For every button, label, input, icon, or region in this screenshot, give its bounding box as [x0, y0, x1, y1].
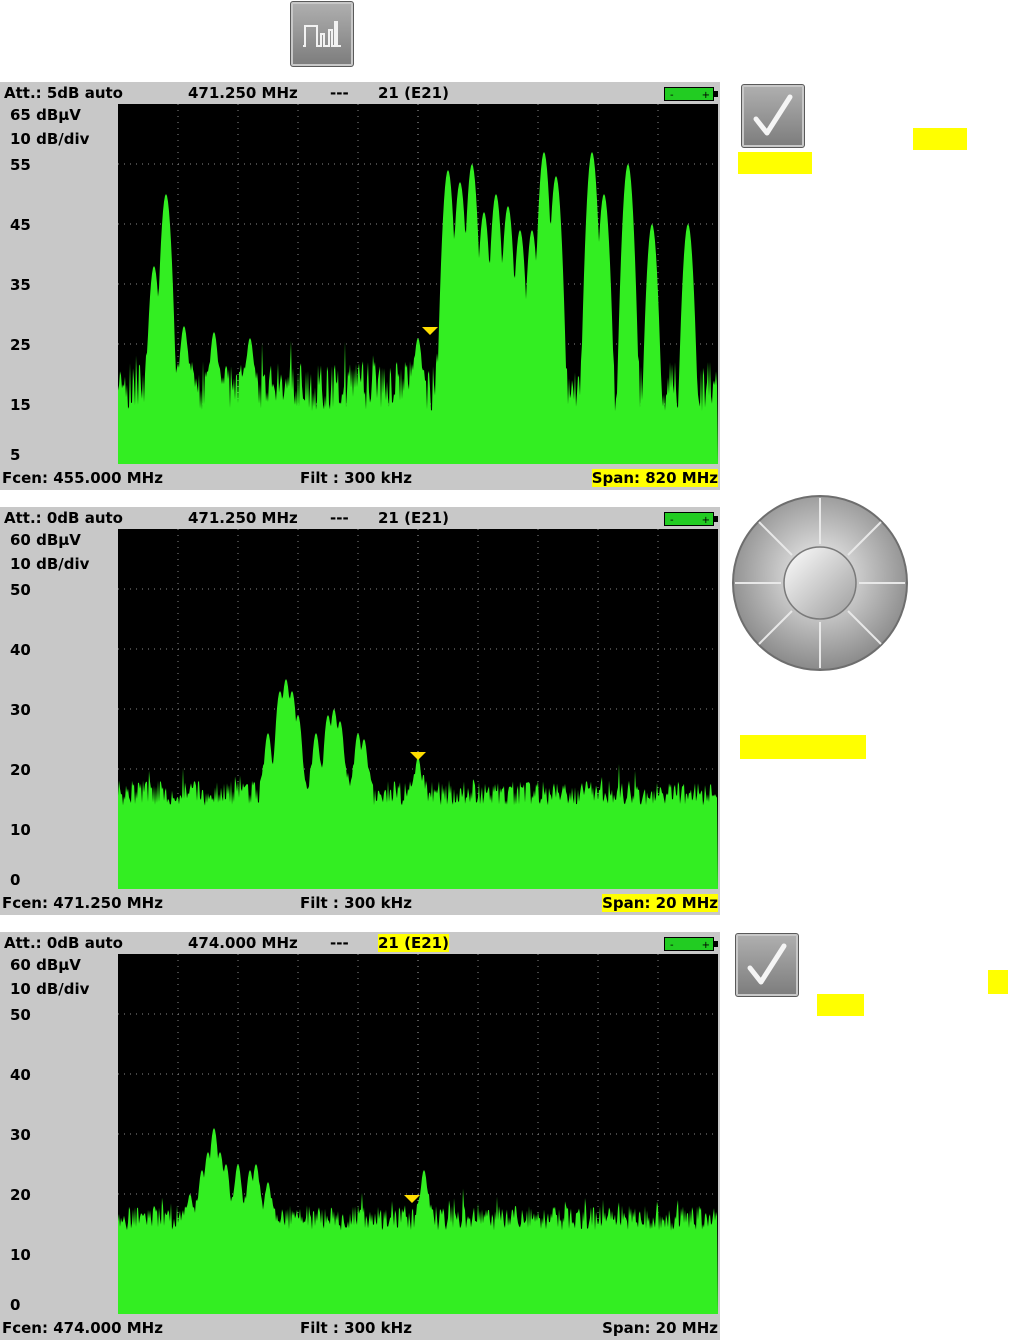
y-axis-labels: 60 dBμV 10 dB/div 50 40 30 20 10 0 [0, 954, 118, 1314]
marker-icon [404, 1195, 420, 1203]
analyzer-screen-3: Att.: 0dB auto 474.000 MHz --- 21 (E21) … [0, 932, 720, 1340]
highlight-mark [988, 970, 1008, 994]
spectrum-svg [118, 954, 718, 1314]
ref-level-label: 60 dBμV [10, 531, 81, 549]
checkmark-icon [747, 943, 787, 985]
spectrum-trace [118, 1128, 718, 1314]
status-bar: Att.: 0dB auto 471.250 MHz --- 21 (E21) … [0, 507, 720, 529]
y-tick-label: 35 [10, 276, 31, 294]
span-label[interactable]: Span: 20 MHz [602, 1319, 718, 1337]
highlight-mark [738, 152, 812, 174]
span-label[interactable]: Span: 820 MHz [591, 469, 718, 487]
spectrum-pulse-glyph [303, 21, 341, 47]
attenuation-label: Att.: 0dB auto [4, 934, 123, 952]
separator-dashes: --- [330, 934, 349, 952]
highlight-mark [740, 735, 866, 759]
y-tick-label: 0 [10, 871, 21, 889]
status-bar: Att.: 5dB auto 471.250 MHz --- 21 (E21) … [0, 82, 720, 104]
marker-icon [422, 327, 438, 335]
spectrum-svg [118, 104, 718, 464]
channel-label: 21 (E21) [378, 84, 449, 102]
channel-label: 21 (E21) [378, 509, 449, 527]
y-tick-label: 5 [10, 446, 21, 464]
y-tick-label: 15 [10, 396, 31, 414]
scale-label: 10 dB/div [10, 130, 90, 148]
filter-label: Filt : 300 kHz [300, 894, 412, 912]
scale-label: 10 dB/div [10, 980, 90, 998]
battery-icon: - + [664, 512, 718, 526]
y-tick-label: 30 [10, 1126, 31, 1144]
marker-icon [410, 752, 426, 760]
battery-icon: - + [664, 87, 718, 101]
highlight-mark [817, 994, 864, 1016]
frequency-readout: 474.000 MHz [188, 934, 298, 952]
y-tick-label: 20 [10, 1186, 31, 1204]
span-label[interactable]: Span: 20 MHz [602, 894, 718, 912]
checkmark-icon [753, 94, 793, 136]
attenuation-label: Att.: 5dB auto [4, 84, 123, 102]
y-tick-label: 40 [10, 1066, 31, 1084]
separator-dashes: --- [330, 509, 349, 527]
ref-level-label: 60 dBμV [10, 956, 81, 974]
analyzer-screen-1: Att.: 5dB auto 471.250 MHz --- 21 (E21) … [0, 82, 720, 490]
y-tick-label: 30 [10, 701, 31, 719]
ok-button-2[interactable] [735, 933, 799, 997]
spectrum-trace [118, 679, 718, 889]
footer-bar: Fcen: 474.000 MHz Filt : 300 kHz Span: 2… [0, 1316, 720, 1340]
y-tick-label: 40 [10, 641, 31, 659]
y-tick-label: 10 [10, 1246, 31, 1264]
footer-bar: Fcen: 471.250 MHz Filt : 300 kHz Span: 2… [0, 891, 720, 915]
analyzer-screen-2: Att.: 0dB auto 471.250 MHz --- 21 (E21) … [0, 507, 720, 915]
y-tick-label: 0 [10, 1296, 21, 1314]
y-tick-label: 50 [10, 1006, 31, 1024]
status-bar: Att.: 0dB auto 474.000 MHz --- 21 (E21) … [0, 932, 720, 954]
scale-label: 10 dB/div [10, 555, 90, 573]
center-frequency-label: Fcen: 455.000 MHz [2, 469, 163, 487]
battery-icon: - + [664, 937, 718, 951]
ok-button-1[interactable] [741, 84, 805, 148]
filter-label: Filt : 300 kHz [300, 1319, 412, 1337]
y-axis-labels: 65 dBμV 10 dB/div 55 45 35 25 15 5 [0, 104, 118, 464]
footer-bar: Fcen: 455.000 MHz Filt : 300 kHz Span: 8… [0, 466, 720, 490]
highlight-mark [913, 128, 967, 150]
frequency-readout: 471.250 MHz [188, 509, 298, 527]
y-tick-label: 10 [10, 821, 31, 839]
channel-label: 21 (E21) [378, 934, 449, 952]
center-frequency-label: Fcen: 471.250 MHz [2, 894, 163, 912]
navigation-knob-icon[interactable] [731, 494, 909, 672]
spectrum-plot[interactable] [118, 529, 718, 889]
center-frequency-label: Fcen: 474.000 MHz [2, 1319, 163, 1337]
filter-label: Filt : 300 kHz [300, 469, 412, 487]
spectrum-svg [118, 529, 718, 889]
y-tick-label: 20 [10, 761, 31, 779]
ref-level-label: 65 dBμV [10, 106, 81, 124]
y-tick-label: 50 [10, 581, 31, 599]
spectrum-plot[interactable] [118, 104, 718, 464]
y-tick-label: 55 [10, 156, 31, 174]
attenuation-label: Att.: 0dB auto [4, 509, 123, 527]
y-tick-label: 45 [10, 216, 31, 234]
separator-dashes: --- [330, 84, 349, 102]
y-axis-labels: 60 dBμV 10 dB/div 50 40 30 20 10 0 [0, 529, 118, 889]
knob-graphic [732, 495, 908, 671]
y-tick-label: 25 [10, 336, 31, 354]
spectrum-plot[interactable] [118, 954, 718, 1314]
frequency-readout: 471.250 MHz [188, 84, 298, 102]
spectrum-pulse-icon[interactable] [290, 1, 354, 67]
